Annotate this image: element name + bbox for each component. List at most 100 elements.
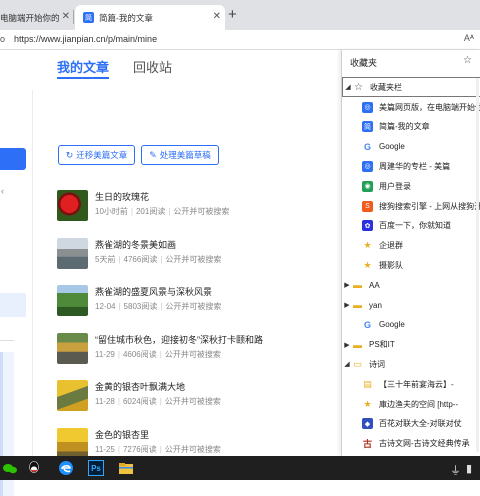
- tab-jianpian[interactable]: 简 简篇-我的文章 ✕: [75, 5, 225, 30]
- favorite-item[interactable]: G Google: [342, 137, 480, 157]
- favorite-folder[interactable]: ▶ ▬ yan: [342, 295, 480, 315]
- tab-meipian[interactable]: 电脑端开始你的 ✕: [0, 5, 73, 30]
- jianpian-favicon-icon: 简: [83, 12, 94, 23]
- article-meta: 11-28 | 6024阅读 | 公开并可被搜索: [95, 397, 221, 406]
- favorite-item[interactable]: ★ 摄影队: [342, 255, 480, 275]
- favorites-title: 收藏夹: [350, 58, 378, 68]
- favorite-item[interactable]: 简简篇-我的文章: [342, 117, 480, 137]
- star-icon: ★: [362, 398, 373, 410]
- article-time: 11-25: [95, 444, 115, 454]
- article-title[interactable]: “留住城市秋色，迎接初冬”深秋打卡颐和路: [95, 333, 263, 346]
- favorite-label: 用户登录: [379, 181, 411, 191]
- network-icon[interactable]: ▮: [466, 462, 472, 475]
- article-reads: 201阅读: [135, 207, 166, 216]
- url-field[interactable]: https://www.jianpian.cn/p/main/mine: [14, 34, 157, 44]
- favorite-folder[interactable]: ◢ ▭ 诗词: [342, 354, 480, 374]
- favorite-label: 【三十年前宴海云】-: [379, 379, 454, 389]
- favorite-item[interactable]: ◎ 周建华的专栏 - 美篇: [342, 156, 480, 176]
- expand-arrow-icon[interactable]: ▶: [342, 341, 352, 349]
- article-title[interactable]: 生日的玫瑰花: [95, 190, 149, 203]
- article-title[interactable]: 金黄的银杏叶飘满大地: [95, 380, 185, 393]
- process-drafts-button[interactable]: ✎ 处理美篇草稿: [141, 145, 219, 165]
- close-tab-icon[interactable]: ✕: [213, 11, 221, 22]
- article-title[interactable]: 燕雀湖的冬景美如画: [95, 238, 176, 251]
- favorite-item[interactable]: ◆ 百花对联大全-对联对仗: [342, 414, 480, 434]
- favorite-item[interactable]: ◎ 美篇网页版，在电脑端开始你的: [342, 97, 480, 117]
- favorites-bar-folder[interactable]: ◢ ☆ 收藏夹栏: [342, 77, 480, 97]
- article-time: 11-28: [95, 397, 115, 406]
- edit-icon: ✎: [149, 149, 157, 160]
- divider: [32, 90, 33, 456]
- folder-open-icon: ▭: [352, 358, 363, 370]
- sidebar-item-selected[interactable]: [0, 293, 26, 317]
- article-item[interactable]: “留住城市秋色，迎接初冬”深秋打卡颐和路 11-29 | 4606阅读 | 公开并可被搜索: [57, 332, 337, 365]
- article-time: 5天前: [95, 254, 116, 264]
- favorite-label: 摄影队: [379, 260, 403, 270]
- favorite-label: 百度一下，你就知道: [379, 221, 451, 231]
- folder-icon: ▬: [352, 339, 363, 351]
- tab-separator: [73, 10, 74, 24]
- article-visibility: 公开并可被搜索: [164, 349, 221, 359]
- article-thumbnail[interactable]: [57, 285, 88, 316]
- expand-arrow-icon: ◢: [345, 84, 351, 91]
- article-item[interactable]: 燕雀湖的盛夏风景与深秋风景 12-04 | 5803阅读 | 公开并可被搜索: [57, 285, 337, 317]
- tab-title: 电脑端开始你的: [0, 12, 60, 23]
- usb-icon[interactable]: ⏚: [450, 462, 461, 478]
- add-favorite-icon[interactable]: ☆: [463, 55, 472, 66]
- article-item[interactable]: 金色的银杏里 11-25 | 7276阅读 | 公开并可被搜索: [57, 427, 337, 460]
- article-time: 10小时前: [95, 207, 128, 216]
- article-time: 12-04: [95, 302, 116, 311]
- article-item[interactable]: 金黄的银杏叶飘满大地 11-28 | 6024阅读 | 公开并可被搜索: [57, 380, 337, 412]
- favorite-item[interactable]: 古古诗文网-古诗文经典传承: [342, 434, 480, 454]
- article-visibility: 公开并可被搜索: [164, 444, 221, 454]
- article-thumbnail[interactable]: [57, 237, 88, 269]
- article-item[interactable]: 生日的玫瑰花 10小时前 | 201阅读 | 公开并可被搜索: [57, 190, 337, 222]
- article-thumbnail[interactable]: [57, 190, 88, 221]
- favorite-item[interactable]: ◉ 用户登录: [342, 176, 480, 196]
- article-thumbnail[interactable]: [57, 427, 88, 459]
- article-title[interactable]: 金色的银杏里: [95, 428, 149, 441]
- chevron-left-icon[interactable]: ‹: [1, 186, 4, 196]
- expand-arrow-icon[interactable]: ▶: [342, 301, 352, 309]
- favorite-folder[interactable]: ▶ ▬ PS和IT: [342, 335, 480, 355]
- article-time: 11-29: [95, 349, 115, 359]
- article-meta: 5天前 | 4766阅读 | 公开并可被搜索: [95, 254, 222, 264]
- article-item[interactable]: 燕雀湖的冬景美如画 5天前 | 4766阅读 | 公开并可被搜索: [57, 237, 337, 270]
- photoshop-icon[interactable]: Ps: [88, 460, 104, 476]
- favorite-item[interactable]: ✿ 百度一下，你就知道: [342, 216, 480, 236]
- migrate-articles-button[interactable]: ↻ 迁移美篇文章: [58, 145, 135, 165]
- favorite-label: PS和IT: [369, 340, 395, 350]
- tab-title: 简篇-我的文章: [99, 12, 153, 23]
- article-reads: 5803阅读: [123, 302, 158, 311]
- favorite-item[interactable]: S 搜狗搜索引擎 - 上网从搜狗开始: [342, 196, 480, 216]
- folder-icon: ▬: [352, 299, 363, 311]
- favorite-folder[interactable]: ▶ ▬ AA: [342, 275, 480, 295]
- reader-mode-icon[interactable]: Aᴬ: [464, 33, 474, 43]
- favorite-item[interactable]: G Google: [342, 315, 480, 335]
- tab-my-articles[interactable]: 我的文章: [57, 57, 109, 76]
- article-visibility: 公开并可被搜索: [173, 207, 230, 216]
- favorite-label: 简篇-我的文章: [379, 122, 430, 132]
- wechat-icon[interactable]: [2, 460, 18, 476]
- article-thumbnail[interactable]: [57, 332, 88, 364]
- file-explorer-icon[interactable]: [118, 460, 134, 476]
- favorite-item[interactable]: ▤ 【三十年前宴海云】-: [342, 374, 480, 394]
- favorite-item[interactable]: ★ 庫边渔夫的空间 [http--: [342, 394, 480, 414]
- close-tab-icon[interactable]: ✕: [62, 11, 70, 22]
- create-button[interactable]: [0, 148, 26, 170]
- scrollbar[interactable]: [476, 78, 479, 452]
- button-label: 迁移美篇文章: [76, 150, 128, 160]
- qq-icon[interactable]: [26, 460, 42, 476]
- favorite-label: 搜狗搜索引擎 - 上网从搜狗开始: [379, 201, 480, 211]
- tab-recycle-bin[interactable]: 回收站: [133, 57, 172, 76]
- expand-arrow-icon[interactable]: ◢: [342, 360, 352, 368]
- address-bar: o https://www.jianpian.cn/p/main/mine Aᴬ: [0, 30, 480, 50]
- new-tab-button[interactable]: +: [228, 6, 237, 23]
- refresh-icon[interactable]: o: [0, 34, 5, 44]
- edge-icon[interactable]: [58, 460, 74, 476]
- article-thumbnail[interactable]: [57, 380, 88, 411]
- expand-arrow-icon[interactable]: ▶: [342, 281, 352, 289]
- article-title[interactable]: 燕雀湖的盛夏风景与深秋风景: [95, 285, 212, 298]
- favorite-item[interactable]: ★ 企退群: [342, 236, 480, 256]
- article-visibility: 公开并可被搜索: [164, 397, 221, 406]
